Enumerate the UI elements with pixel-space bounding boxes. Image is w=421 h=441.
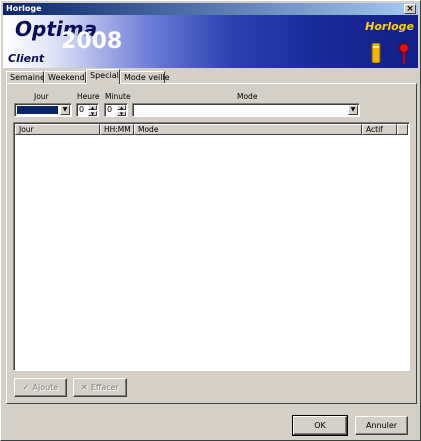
column-mode[interactable]: Mode — [134, 124, 362, 135]
spin-down-icon[interactable]: ▼ — [88, 111, 97, 116]
cross-icon: ✕ — [81, 383, 88, 392]
tab-label: Special — [90, 71, 119, 80]
close-button[interactable]: × — [404, 4, 416, 14]
window-title: Horloge — [6, 4, 42, 13]
minute-spinner[interactable]: 0 ▲ ▼ — [104, 103, 128, 117]
mode-label: Mode — [237, 92, 258, 101]
schedule-list[interactable]: Jour HH:MM Mode Actif — [13, 122, 410, 371]
cancel-button[interactable]: Annuler — [355, 416, 408, 435]
tab-label: Mode veille — [124, 73, 170, 82]
title-bar[interactable]: Horloge × — [3, 3, 418, 15]
chevron-down-icon[interactable]: ▼ — [348, 105, 358, 115]
jour-label: Jour — [34, 92, 49, 101]
dialog-window: Horloge × Optima 2008 Client Horloge Sem… — [0, 0, 421, 441]
spin-up-icon[interactable]: ▲ — [88, 105, 97, 110]
spin-up-icon[interactable]: ▲ — [117, 105, 126, 110]
add-button[interactable]: ✓ Ajoute — [14, 378, 67, 397]
column-label: Jour — [19, 125, 34, 134]
checkmark-icon: ✓ — [22, 383, 30, 392]
tab-label: Semaine — [10, 73, 45, 82]
mode-dropdown[interactable]: ▼ — [132, 103, 360, 117]
column-hhmm[interactable]: HH:MM — [100, 124, 134, 135]
tab-special[interactable]: Special — [86, 69, 120, 84]
tab-label: Weekend — [48, 73, 85, 82]
tab-weekend[interactable]: Weekend — [44, 71, 86, 83]
spin-down-icon[interactable]: ▼ — [117, 111, 126, 116]
cancel-button-label: Annuler — [365, 421, 398, 430]
delete-button-label: Effacer — [90, 383, 119, 392]
minute-value: 0 — [107, 105, 113, 114]
minute-label: Minute — [105, 92, 131, 101]
chevron-down-icon[interactable]: ▼ — [60, 105, 70, 115]
heure-spin-buttons[interactable]: ▲ ▼ — [88, 105, 97, 116]
column-label: Actif — [366, 125, 383, 134]
product-edition: Client — [8, 52, 45, 65]
heure-value: 0 — [79, 105, 85, 114]
ok-button[interactable]: OK — [292, 415, 348, 436]
column-filler — [397, 124, 408, 135]
jour-dropdown[interactable]: ▼ — [14, 103, 72, 117]
column-label: HH:MM — [104, 125, 131, 134]
tab-mode-veille[interactable]: Mode veille — [120, 71, 170, 83]
add-button-label: Ajoute — [32, 383, 59, 392]
column-label: Mode — [138, 125, 159, 134]
column-jour[interactable]: Jour — [15, 124, 100, 135]
heure-label: Heure — [77, 92, 100, 101]
product-year: 2008 — [61, 29, 123, 54]
list-header: Jour HH:MM Mode Actif — [15, 124, 408, 135]
module-title: Horloge — [365, 20, 414, 33]
delete-button[interactable]: ✕ Effacer — [73, 378, 127, 397]
header-banner: Optima 2008 Client Horloge — [3, 15, 418, 68]
tab-semaine[interactable]: Semaine — [6, 71, 45, 83]
minute-spin-buttons[interactable]: ▲ ▼ — [117, 105, 126, 116]
column-actif[interactable]: Actif — [362, 124, 397, 135]
heure-spinner[interactable]: 0 ▲ ▼ — [76, 103, 99, 117]
ok-button-label: OK — [314, 421, 326, 430]
pushpin-icon — [399, 43, 409, 64]
jour-selection — [17, 106, 58, 114]
battery-icon — [371, 43, 381, 63]
